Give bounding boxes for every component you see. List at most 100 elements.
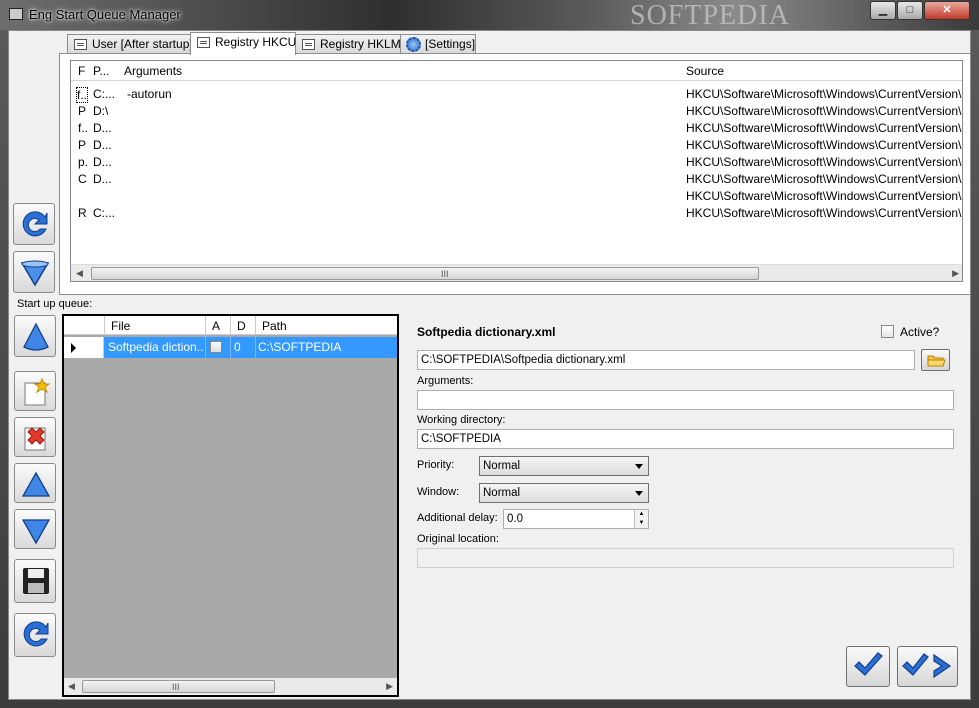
cell-p: C:... (93, 206, 116, 220)
column-header-d[interactable]: D (237, 319, 246, 333)
spin-down-icon[interactable]: ▼ (634, 519, 648, 528)
delete-item-button[interactable] (14, 417, 56, 457)
table-row[interactable]: p. D... HKCU\Software\Microsoft\Windows\… (71, 153, 963, 170)
column-header-a[interactable]: A (212, 319, 220, 333)
cell-p: C:... (93, 87, 116, 101)
new-item-button[interactable] (14, 371, 56, 411)
cell-d: 0 (234, 340, 241, 354)
apply-button[interactable] (846, 646, 890, 687)
active-checkbox-cell[interactable] (210, 341, 222, 353)
browse-button[interactable] (921, 349, 950, 371)
new-document-icon (24, 377, 51, 406)
move-up-button[interactable] (14, 463, 56, 503)
refresh-icon (23, 621, 49, 647)
table-row[interactable]: R C:... HKCU\Software\Microsoft\Windows\… (71, 204, 963, 221)
cone-up-icon (23, 322, 49, 351)
cell-source: HKCU\Software\Microsoft\Windows\CurrentV… (686, 121, 963, 135)
window-list-icon (74, 39, 87, 50)
filter-button[interactable] (13, 251, 55, 293)
tab-registry-hkcu[interactable]: Registry HKCU (190, 32, 296, 55)
scrollbar-thumb[interactable]: III (82, 680, 275, 693)
tab-user-after-startup[interactable]: User [After startup] (67, 34, 193, 54)
softpedia-watermark: SOFTPEDIA (630, 0, 790, 31)
cell-source: HKCU\Software\Microsoft\Windows\CurrentV… (686, 189, 963, 203)
column-header-f[interactable]: F (78, 64, 85, 78)
cell-f: R (78, 206, 87, 220)
chevron-down-icon (635, 491, 643, 496)
active-label: Active? (900, 325, 940, 339)
triangle-up-icon (21, 471, 51, 497)
priority-label: Priority: (417, 459, 455, 471)
cell-p: D:\ (93, 104, 109, 118)
original-location-label: Original location: (417, 533, 499, 545)
scroll-left-icon[interactable]: ◀ (76, 268, 83, 279)
column-header-p[interactable]: P... (93, 64, 109, 78)
save-button[interactable] (14, 559, 56, 603)
cell-f: P (78, 104, 87, 118)
registry-grid: F P... Arguments Source f... C:... -auto… (70, 60, 963, 282)
column-header-source[interactable]: Source (686, 64, 724, 78)
scroll-right-icon[interactable]: ▶ (952, 268, 959, 279)
table-row[interactable]: P D... HKCU\Software\Microsoft\Windows\C… (71, 136, 963, 153)
column-header-file[interactable]: File (111, 319, 130, 333)
table-row[interactable]: P D:\ HKCU\Software\Microsoft\Windows\Cu… (71, 102, 962, 119)
close-button[interactable]: ✕ (924, 1, 970, 20)
cell-p: D... (93, 172, 112, 186)
priority-select[interactable]: Normal (479, 456, 649, 476)
file-path-field[interactable]: C:\SOFTPEDIA\Softpedia dictionary.xml (417, 350, 915, 370)
cell-source: HKCU\Software\Microsoft\Windows\CurrentV… (686, 206, 963, 220)
app-window: Eng Start Queue Manager SOFTPEDIA ▁ □ ✕ … (0, 0, 979, 708)
move-to-top-button[interactable] (14, 315, 56, 357)
tab-label: Registry HKLM (320, 37, 401, 51)
scrollbar-thumb[interactable]: III (91, 267, 759, 280)
move-down-button[interactable] (14, 509, 56, 549)
cell-f: p. (78, 155, 89, 169)
queue-horizontal-scrollbar[interactable]: ◀ III ▶ (64, 678, 397, 695)
scroll-right-icon[interactable]: ▶ (386, 681, 393, 692)
maximize-button[interactable]: □ (897, 1, 923, 20)
table-row[interactable]: HKCU\Software\Microsoft\Windows\CurrentV… (71, 187, 963, 204)
column-header-path[interactable]: Path (262, 319, 287, 333)
cell-f: C (78, 172, 87, 186)
arguments-field[interactable] (417, 390, 954, 410)
tab-label: [Settings] (425, 37, 476, 51)
table-row[interactable]: C D... HKCU\Software\Microsoft\Windows\C… (71, 170, 962, 187)
checkmark-next-icon (902, 653, 952, 679)
floppy-disk-icon (23, 568, 49, 594)
queue-row-selected[interactable]: Softpedia diction... 0 C:\SOFTPEDIA (64, 337, 397, 358)
cell-p: D... (93, 121, 112, 135)
cell-f: P (78, 138, 87, 152)
title-bar[interactable]: Eng Start Queue Manager SOFTPEDIA ▁ □ ✕ (0, 0, 979, 31)
gear-icon (406, 37, 421, 52)
cell-p: D... (93, 155, 112, 169)
active-checkbox[interactable] (881, 325, 894, 338)
chevron-down-icon (635, 464, 643, 469)
window-select[interactable]: Normal (479, 483, 649, 503)
cell-source: HKCU\Software\Microsoft\Windows\CurrentV… (686, 138, 963, 152)
priority-value: Normal (483, 460, 521, 472)
funnel-icon (20, 260, 50, 287)
checkmark-icon (854, 652, 883, 676)
folder-icon (927, 355, 946, 367)
window-label: Window: (417, 486, 460, 498)
scrollbar-grip: III (441, 269, 449, 279)
tab-registry-hklm[interactable]: Registry HKLM (295, 34, 401, 54)
apply-and-next-button[interactable] (897, 646, 958, 687)
table-row[interactable]: f... D... HKCU\Software\Microsoft\Window… (71, 119, 963, 136)
additional-delay-label: Additional delay: (417, 512, 498, 524)
cell-source: HKCU\Software\Microsoft\Windows\CurrentV… (686, 155, 963, 169)
tab-settings[interactable]: [Settings] (400, 34, 476, 54)
reload-queue-button[interactable] (14, 613, 56, 657)
table-row[interactable]: f... C:... -autorun HKCU\Software\Micros… (71, 85, 962, 103)
spin-up-icon[interactable]: ▲ (634, 510, 648, 519)
additional-delay-spinner[interactable]: 0.0 ▲ ▼ (503, 509, 649, 529)
minimize-button[interactable]: ▁ (870, 1, 896, 20)
registry-horizontal-scrollbar[interactable]: ◀ III ▶ (71, 264, 962, 281)
cell-f: f... (76, 87, 88, 103)
scroll-left-icon[interactable]: ◀ (68, 681, 75, 692)
details-title: Softpedia dictionary.xml (417, 325, 556, 339)
row-selector-arrow-icon[interactable] (64, 337, 104, 358)
refresh-button[interactable] (13, 203, 55, 245)
column-header-arguments[interactable]: Arguments (124, 64, 182, 78)
working-directory-field[interactable]: C:\SOFTPEDIA (417, 429, 954, 449)
